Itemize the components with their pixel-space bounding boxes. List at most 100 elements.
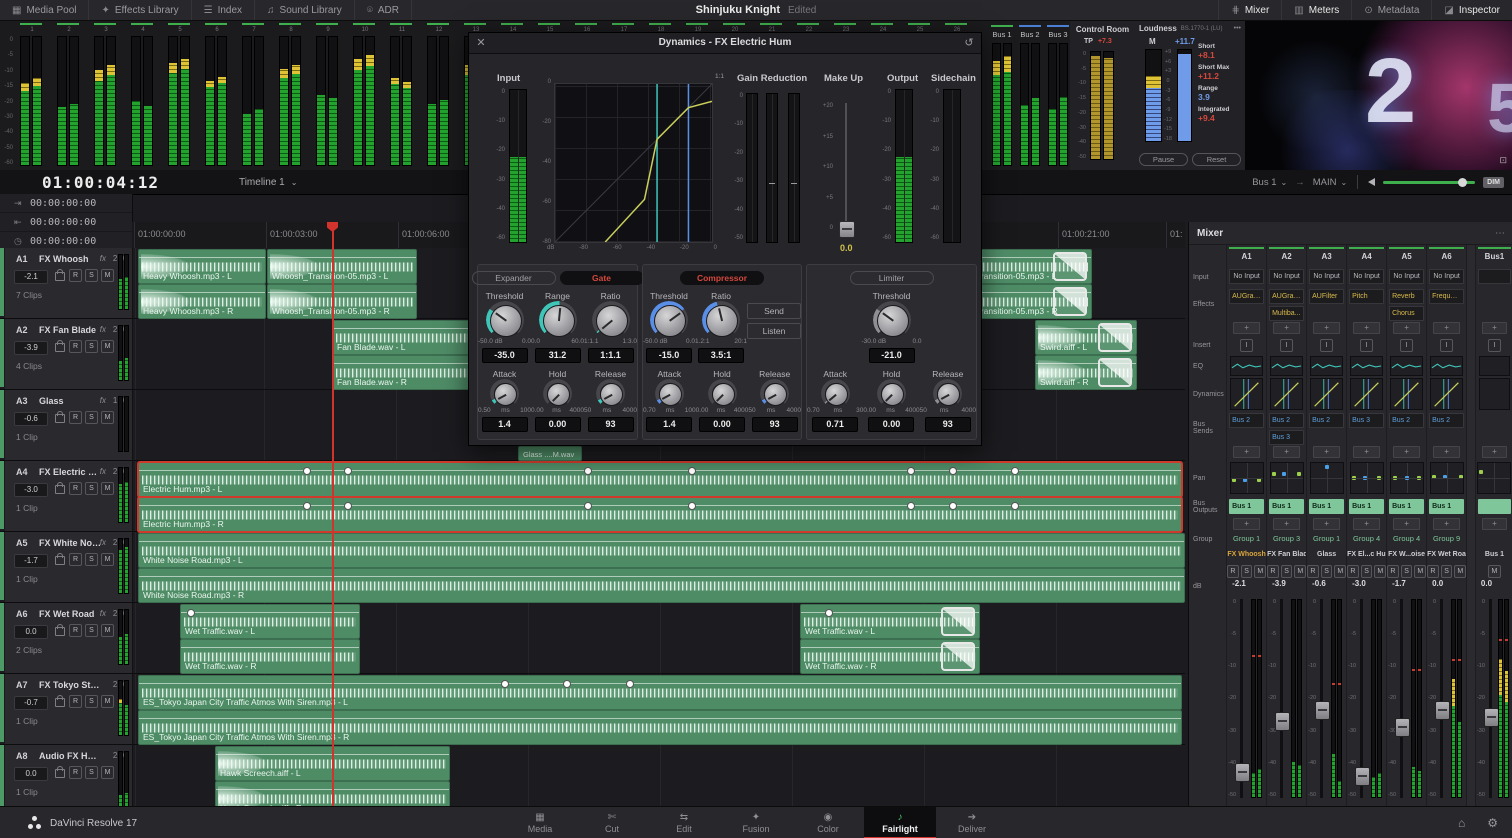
add-send-button[interactable]: + — [1273, 446, 1300, 458]
volume-slider-handle[interactable] — [1458, 178, 1467, 187]
add-effect-button[interactable]: + — [1233, 322, 1260, 334]
settings-icon[interactable]: ⚙ — [1487, 816, 1498, 830]
group-assignment[interactable]: Group 4 — [1387, 531, 1426, 547]
track-gain-value[interactable]: -0.7 — [14, 696, 48, 710]
knob-control[interactable] — [877, 305, 907, 335]
fader-track[interactable] — [1400, 599, 1403, 798]
add-send-button[interactable]: + — [1353, 446, 1380, 458]
add-effect-button[interactable]: + — [1273, 322, 1300, 334]
record-arm-button[interactable]: R — [69, 482, 82, 495]
track-gain-value[interactable]: -1.7 — [14, 554, 48, 568]
automation-point[interactable] — [501, 680, 509, 688]
dynamics-curve-thumbnail[interactable] — [1310, 378, 1343, 410]
record-arm-button[interactable]: R — [1387, 565, 1399, 578]
automation-point[interactable] — [584, 502, 592, 510]
lock-icon[interactable] — [55, 343, 65, 352]
knob-value[interactable]: 1:1.1 — [588, 348, 634, 363]
monitor-volume-slider[interactable] — [1383, 181, 1475, 184]
page-tab-edit[interactable]: ⇆Edit — [648, 807, 720, 838]
knob-control[interactable] — [881, 383, 902, 404]
fader-handle[interactable] — [1315, 701, 1330, 720]
lock-icon[interactable] — [55, 414, 65, 423]
track-header[interactable]: A6FX Wet Roadfx2.00.0RSM2 Clips — [5, 603, 133, 673]
knob-control[interactable] — [712, 383, 733, 404]
automation-point[interactable] — [626, 680, 634, 688]
add-send-button[interactable]: + — [1393, 446, 1420, 458]
pan-pad[interactable] — [1230, 462, 1264, 494]
strip-header[interactable]: A2 — [1267, 245, 1306, 267]
master-timecode[interactable]: 01:00:04:12 — [42, 173, 159, 192]
pause-button[interactable]: Pause — [1139, 153, 1188, 166]
audio-clip[interactable]: ES_Tokyo Japan City Traffic Atmos With S… — [138, 710, 1182, 745]
automation-point[interactable] — [907, 467, 915, 475]
effect-plugin-chip[interactable]: AUFilter — [1309, 289, 1344, 304]
input-selector[interactable]: No Input — [1389, 269, 1424, 284]
lock-icon[interactable] — [55, 698, 65, 707]
record-arm-button[interactable]: R — [1347, 565, 1359, 578]
add-effect-button[interactable]: + — [1393, 322, 1420, 334]
solo-button[interactable]: S — [1241, 565, 1253, 578]
monitor-bus-selector[interactable]: Bus 1⌄ — [1252, 177, 1287, 188]
solo-button[interactable]: S — [85, 553, 98, 566]
mute-button[interactable]: M — [101, 340, 114, 353]
listen-button[interactable]: Listen — [747, 323, 801, 339]
metadata-button[interactable]: ⊙Metadata — [1351, 0, 1431, 20]
fade-handle[interactable] — [1053, 287, 1087, 316]
makeup-slider-handle[interactable] — [839, 221, 855, 238]
cue-row-0[interactable]: ⇥00:00:00:00 — [0, 194, 132, 213]
knob-value[interactable]: -15.0 — [646, 348, 692, 363]
automation-point[interactable] — [303, 467, 311, 475]
mute-button[interactable]: M — [1414, 565, 1426, 578]
mute-button[interactable]: M — [101, 766, 114, 779]
add-effect-button[interactable]: + — [1433, 322, 1460, 334]
fade-handle[interactable] — [1098, 323, 1132, 352]
knob-value[interactable]: -35.0 — [482, 348, 528, 363]
knob-value[interactable]: 0.00 — [535, 417, 581, 432]
add-send-button[interactable]: + — [1313, 446, 1340, 458]
bus-send-chip[interactable]: Bus 2 — [1389, 413, 1424, 428]
knob-control[interactable] — [596, 305, 626, 335]
fader-handle[interactable] — [1435, 701, 1450, 720]
add-output-button[interactable]: + — [1273, 518, 1300, 530]
strip-header[interactable]: Bus1 — [1476, 245, 1512, 267]
loudness-menu-icon[interactable]: ••• — [1234, 25, 1241, 32]
solo-button[interactable]: S — [85, 766, 98, 779]
knob-control[interactable] — [543, 305, 573, 335]
strip-header[interactable]: A6 — [1427, 245, 1466, 267]
eq-curve-thumbnail[interactable] — [1430, 356, 1463, 376]
mixer-button[interactable]: ⋕Mixer — [1218, 0, 1281, 20]
track-gain-value[interactable]: -2.1 — [14, 270, 48, 284]
tab-gate[interactable]: Gate — [560, 271, 644, 285]
eq-curve-thumbnail[interactable] — [1270, 356, 1303, 376]
send-button[interactable]: Send — [747, 303, 801, 319]
audio-clip[interactable]: Swird.aiff - L — [1035, 320, 1137, 355]
audio-clip[interactable]: Electric Hum.mp3 - L — [138, 462, 1182, 497]
adr-button[interactable]: ⌾ADR — [355, 0, 412, 20]
track-gain-value[interactable]: -3.9 — [14, 341, 48, 355]
fader-handle[interactable] — [1395, 718, 1410, 737]
knob-control[interactable] — [490, 305, 520, 335]
effect-plugin-chip[interactable]: Pitch — [1349, 289, 1384, 304]
effect-plugin-chip[interactable]: Chorus — [1389, 306, 1424, 321]
insert-toggle[interactable]: I — [1360, 339, 1373, 352]
inspector-button[interactable]: ◪Inspector — [1431, 0, 1512, 20]
effect-plugin-chip[interactable]: Multiba... — [1269, 306, 1304, 321]
insert-toggle[interactable]: I — [1240, 339, 1253, 352]
fader-db-value[interactable]: -3.0 — [1347, 579, 1386, 593]
pan-pad[interactable] — [1390, 462, 1424, 494]
track-gain-value[interactable]: -0.6 — [14, 412, 48, 426]
bus-send-chip[interactable]: Bus 2 — [1429, 413, 1464, 428]
knob-value[interactable]: 31.2 — [535, 348, 581, 363]
fader-db-value[interactable]: 0.0 — [1427, 579, 1466, 593]
bus-output-chip[interactable]: Bus 1 — [1229, 499, 1264, 514]
add-effect-button[interactable]: + — [1482, 322, 1507, 334]
index-button[interactable]: ☰Index — [192, 0, 255, 20]
eq-curve-thumbnail[interactable] — [1310, 356, 1343, 376]
knob-control[interactable] — [659, 383, 680, 404]
knob-value[interactable]: 1.4 — [482, 417, 528, 432]
audio-clip[interactable]: Heavy Whoosh.mp3 - R — [138, 284, 266, 319]
page-tab-fairlight[interactable]: ♪Fairlight — [864, 807, 936, 838]
audio-clip[interactable]: ES_Tokyo Japan City Traffic Atmos With S… — [138, 675, 1182, 710]
page-tab-color[interactable]: ◉Color — [792, 807, 864, 838]
fade-handle[interactable] — [941, 642, 975, 671]
